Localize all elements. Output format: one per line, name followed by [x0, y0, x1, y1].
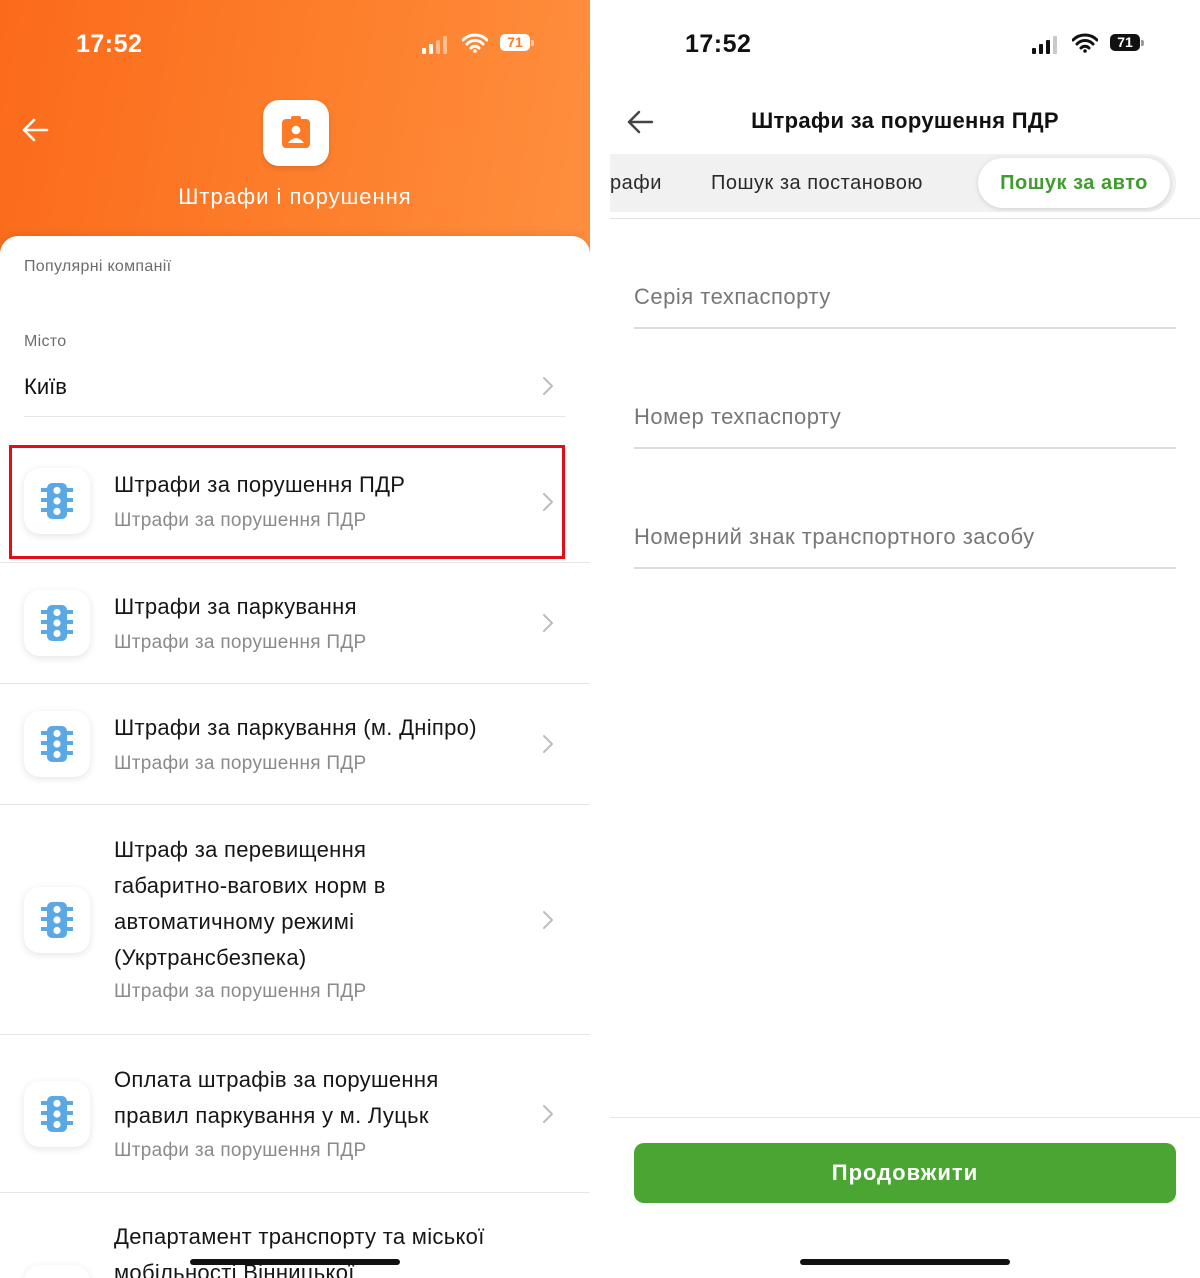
battery-tip	[1141, 40, 1144, 46]
registration-series-input[interactable]	[634, 267, 1176, 329]
battery-tip	[531, 40, 534, 46]
traffic-light-icon	[24, 590, 90, 656]
license-plate-input[interactable]	[634, 507, 1176, 569]
list-item-parking-fines[interactable]: Штрафи за паркування Штрафи за порушення…	[0, 563, 590, 683]
city-label: Місто	[24, 333, 67, 350]
registration-number-input[interactable]	[634, 387, 1176, 449]
page-title: Штрафи за порушення ПДР	[751, 108, 1059, 133]
item-title: Департамент транспорту та міської мобіль…	[114, 1224, 485, 1278]
list-item-weight-norms-fines[interactable]: Штраф за перевищення габаритно-вагових н…	[0, 805, 590, 1034]
bottom-divider	[610, 1117, 1200, 1118]
item-subtitle: Штрафи за порушення ПДР	[114, 1140, 367, 1161]
city-selector[interactable]: Київ	[24, 374, 67, 400]
list-item-vinnytsia-transport[interactable]: Департамент транспорту та міської мобіль…	[0, 1193, 590, 1278]
battery-icon: 71	[1110, 34, 1140, 51]
chevron-right-icon	[543, 1105, 553, 1123]
tab-divider	[610, 218, 1200, 219]
list-item-parking-fines-dnipro[interactable]: Штрафи за паркування (м. Дніпро) Штрафи …	[0, 684, 590, 804]
item-title: Штраф за перевищення габаритно-вагових н…	[114, 837, 386, 970]
wifi-icon	[1072, 33, 1098, 53]
item-subtitle: Штрафи за порушення ПДР	[114, 981, 367, 1002]
tab-search-by-car[interactable]: Пошук за авто	[978, 158, 1170, 208]
left-screen: 17:52 71 Штрафи і порушення Популярні ко…	[0, 0, 590, 1278]
traffic-light-icon	[24, 1081, 90, 1147]
chevron-right-icon	[543, 735, 553, 753]
traffic-light-icon	[24, 1265, 90, 1278]
traffic-light-icon	[24, 887, 90, 953]
status-bar: 17:52 71	[610, 0, 1200, 88]
page-title: Штрафи і порушення	[178, 184, 412, 209]
traffic-light-icon	[24, 711, 90, 777]
continue-button[interactable]: Продовжити	[634, 1143, 1176, 1203]
highlight-box	[9, 445, 565, 559]
item-title: Штрафи за паркування	[114, 594, 357, 619]
tab-bar: рафи Пошук за постановою Пошук за авто	[610, 154, 1176, 212]
wifi-icon	[462, 33, 488, 53]
divider	[24, 416, 566, 417]
home-indicator[interactable]	[800, 1259, 1010, 1265]
item-title: Штрафи за паркування (м. Дніпро)	[114, 715, 477, 740]
signal-icon	[422, 36, 447, 54]
item-title: Оплата штрафів за порушення правил парку…	[114, 1067, 439, 1128]
chevron-right-icon	[543, 614, 553, 632]
list-item-lutsk-parking-fines[interactable]: Оплата штрафів за порушення правил парку…	[0, 1035, 590, 1192]
status-bar: 17:52 71	[0, 0, 590, 88]
signal-icon	[1032, 36, 1057, 54]
chevron-right-icon[interactable]	[542, 376, 554, 396]
home-indicator[interactable]	[190, 1259, 400, 1265]
item-subtitle: Штрафи за порушення ПДР	[114, 632, 367, 653]
item-subtitle: Штрафи за порушення ПДР	[114, 753, 367, 774]
status-time: 17:52	[76, 30, 143, 58]
status-time: 17:52	[685, 30, 752, 58]
back-arrow-icon[interactable]	[20, 115, 50, 145]
popular-companies-label: Популярні компанії	[24, 258, 172, 275]
tab-fines[interactable]: рафи	[610, 154, 662, 212]
battery-icon: 71	[500, 34, 530, 51]
chevron-right-icon	[543, 911, 553, 929]
id-badge-icon	[263, 100, 329, 166]
right-screen: 17:52 71 Штрафи за порушення ПДР рафи По…	[610, 0, 1200, 1278]
tab-search-by-resolution[interactable]: Пошук за постановою	[711, 154, 923, 212]
